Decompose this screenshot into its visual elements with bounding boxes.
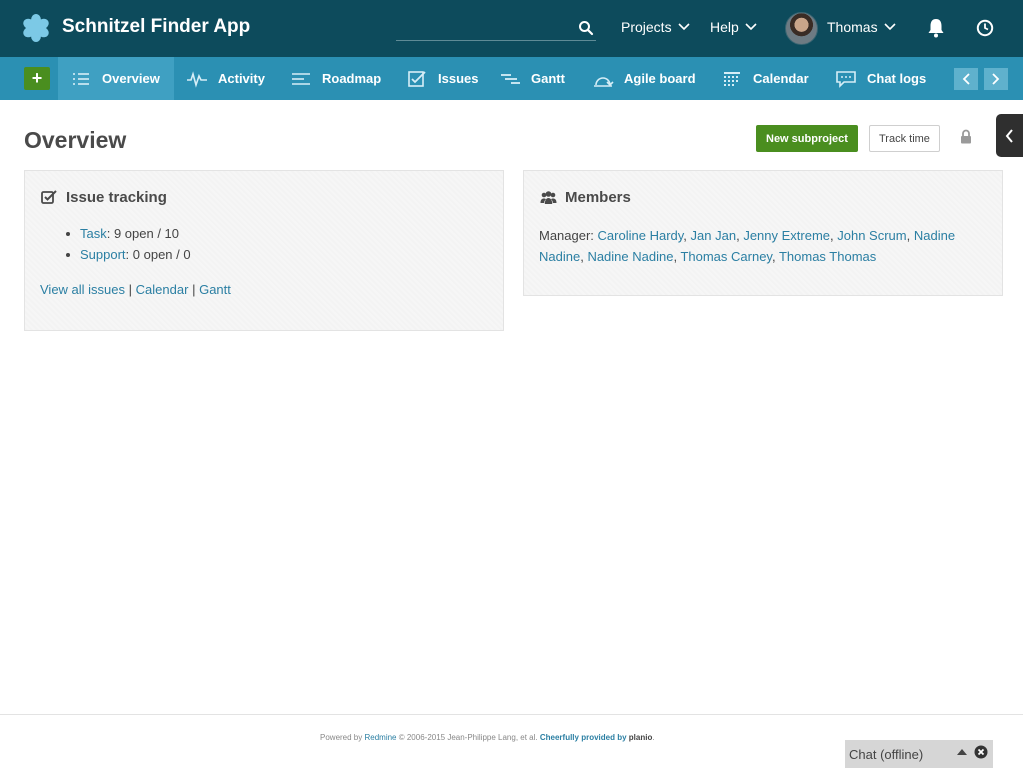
footer-credits: Powered by Redmine © 2006-2015 Jean-Phil…: [320, 733, 655, 742]
member-link[interactable]: John Scrum: [837, 228, 906, 243]
bell-icon[interactable]: [927, 18, 945, 38]
projects-menu[interactable]: Projects: [621, 19, 690, 35]
app-title[interactable]: Schnitzel Finder App: [62, 16, 250, 38]
members-list: Manager: Caroline Hardy, Jan Jan, Jenny …: [539, 228, 956, 264]
list-item: Task: 9 open / 10: [66, 226, 191, 247]
gantt-link[interactable]: Gantt: [199, 282, 231, 297]
view-all-issues-link[interactable]: View all issues: [40, 282, 125, 297]
user-avatar[interactable]: [785, 12, 818, 45]
user-name: Thomas: [827, 19, 878, 35]
footer-provided: Cheerfully provided by: [539, 733, 627, 742]
agile-board-icon: [594, 76, 614, 87]
tab-roadmap-label: Roadmap: [322, 71, 382, 86]
search-box: [396, 16, 596, 41]
project-menu: + Overview Activity Roadmap Issues Gantt…: [0, 57, 1023, 100]
issue-tracking-title: Issue tracking: [66, 189, 167, 206]
chat-icon: [836, 70, 856, 88]
tab-gantt[interactable]: Gantt: [487, 57, 577, 100]
chevron-down-icon: [678, 23, 690, 31]
members-title: Members: [565, 189, 631, 206]
issue-tracker-list: Task: 9 open / 10 Support: 0 open / 0: [66, 226, 191, 268]
help-menu[interactable]: Help: [710, 19, 757, 35]
chevron-down-icon: [745, 23, 757, 31]
tab-chat-logs-label: Chat logs: [867, 71, 927, 86]
chevron-left-icon: [962, 73, 970, 85]
calendar-link[interactable]: Calendar: [136, 282, 189, 297]
issue-links: View all issues | Calendar | Gantt: [40, 282, 231, 297]
tab-agile-board-label: Agile board: [624, 71, 696, 86]
tab-gantt-label: Gantt: [531, 71, 565, 86]
caret-up-icon[interactable]: [957, 748, 967, 756]
member-link[interactable]: Jenny Extreme: [743, 228, 830, 243]
scroll-tabs-right-button[interactable]: [984, 68, 1008, 90]
clock-icon[interactable]: [976, 19, 994, 37]
tracker-support-link[interactable]: Support: [80, 247, 126, 262]
chat-widget[interactable]: Chat (offline): [845, 740, 993, 768]
top-header: Schnitzel Finder App Projects Help Thoma…: [0, 0, 1023, 57]
roadmap-icon: [292, 72, 310, 85]
member-link[interactable]: Thomas Thomas: [779, 249, 876, 264]
footer-powered: Powered by: [320, 733, 363, 742]
users-icon: [540, 191, 557, 204]
track-time-button[interactable]: Track time: [869, 125, 940, 152]
tab-calendar-label: Calendar: [753, 71, 809, 86]
page-title: Overview: [24, 127, 127, 153]
chevron-right-icon: [992, 73, 1000, 85]
redmine-link[interactable]: Redmine: [364, 733, 396, 742]
pulse-icon: [187, 70, 207, 88]
tab-overview-label: Overview: [102, 71, 160, 86]
link-separator: |: [192, 282, 196, 297]
help-menu-label: Help: [710, 19, 739, 35]
search-input[interactable]: [396, 16, 571, 40]
tab-activity-label: Activity: [218, 71, 265, 86]
member-role-label: Manager:: [539, 228, 594, 243]
tab-activity[interactable]: Activity: [174, 57, 277, 100]
tab-roadmap[interactable]: Roadmap: [278, 57, 393, 100]
tab-issues[interactable]: Issues: [394, 57, 490, 100]
tab-overview[interactable]: Overview: [58, 57, 174, 100]
projects-menu-label: Projects: [621, 19, 672, 35]
tab-chat-logs[interactable]: Chat logs: [823, 57, 938, 100]
tab-calendar[interactable]: Calendar: [709, 57, 821, 100]
planio-logo[interactable]: planio: [629, 733, 653, 742]
chevron-down-icon: [884, 23, 896, 31]
member-link[interactable]: Nadine Nadine: [587, 249, 673, 264]
lock-icon[interactable]: [960, 129, 972, 144]
footer-copyright: © 2006-2015 Jean-Philippe Lang, et al.: [398, 733, 538, 742]
sidebar-toggle-button[interactable]: [996, 114, 1023, 157]
list-item: Support: 0 open / 0: [66, 247, 191, 268]
tracker-task-counts: : 9 open / 10: [106, 226, 180, 241]
checkbox-icon: [41, 190, 57, 204]
search-icon[interactable]: [578, 20, 594, 36]
members-heading: Members: [540, 189, 631, 206]
footer-period: .: [652, 733, 655, 742]
add-new-button[interactable]: +: [24, 67, 50, 90]
tracker-support-counts: : 0 open / 0: [125, 247, 191, 262]
chat-status-label: Chat (offline): [849, 746, 924, 762]
new-subproject-button[interactable]: New subproject: [756, 125, 858, 152]
gantt-icon: [501, 73, 520, 84]
member-link[interactable]: Caroline Hardy: [598, 228, 684, 243]
scroll-tabs-left-button[interactable]: [954, 68, 978, 90]
member-link[interactable]: Thomas Carney: [680, 249, 772, 264]
members-box: Members Manager: Caroline Hardy, Jan Jan…: [523, 170, 1003, 296]
user-menu[interactable]: Thomas: [827, 19, 896, 35]
calendar-icon: [724, 71, 740, 86]
issue-tracking-heading: Issue tracking: [41, 189, 167, 206]
close-icon[interactable]: [974, 745, 988, 759]
issue-tracking-box: Issue tracking Task: 9 open / 10 Support…: [24, 170, 504, 331]
tab-issues-label: Issues: [438, 71, 479, 86]
list-icon: [73, 72, 89, 85]
tracker-task-link[interactable]: Task: [80, 226, 107, 241]
chevron-left-icon: [1005, 128, 1013, 143]
member-link[interactable]: Jan Jan: [691, 228, 737, 243]
link-separator: |: [128, 282, 133, 297]
tab-agile-board[interactable]: Agile board: [580, 57, 708, 100]
checkbox-icon: [408, 70, 426, 87]
asterisk-logo-icon[interactable]: [22, 14, 50, 42]
